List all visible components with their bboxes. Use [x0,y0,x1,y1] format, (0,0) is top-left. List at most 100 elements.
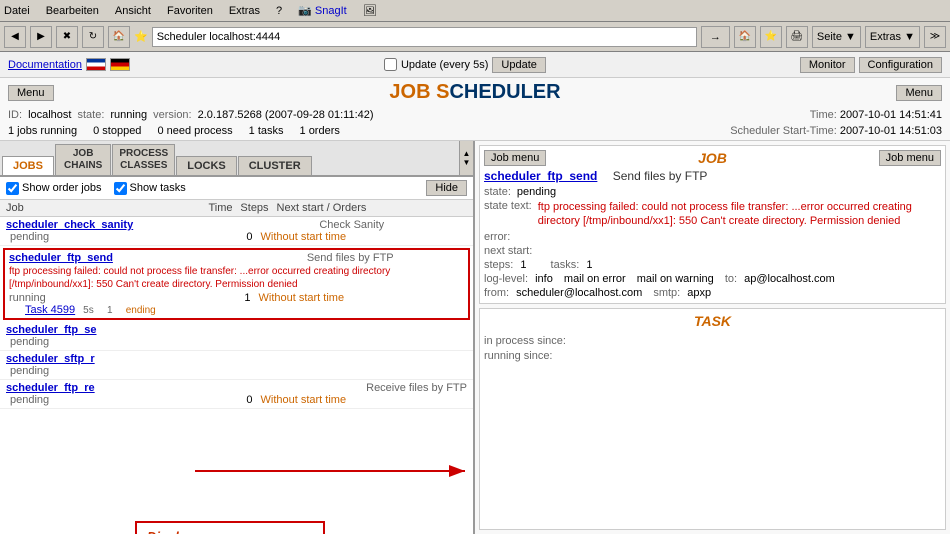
home-btn[interactable]: 🏠 [108,26,130,48]
star-icon-btn[interactable]: ⭐ [760,26,782,48]
menu-ansicht[interactable]: Ansicht [115,5,151,17]
job-5-status: pending [10,394,217,406]
stop-btn[interactable]: ✖ [56,26,78,48]
job-row-2-error: scheduler_ftp_send Send files by FTP ftp… [3,248,470,320]
tab-jobs[interactable]: JOBS [2,156,54,175]
job-1-name[interactable]: scheduler_check_sanity [6,219,237,231]
show-tasks-text: Show tasks [130,182,186,194]
tab-locks[interactable]: LOCKS [176,156,237,175]
job-error-label: error: [484,231,510,243]
job-detail-name[interactable]: scheduler_ftp_send [484,169,597,183]
back-btn[interactable]: ◀ [4,26,26,48]
start-time-label: Scheduler Start-Time: [730,125,837,137]
flag-de[interactable] [110,58,130,71]
col-steps-header: Steps [233,202,277,214]
extras-btn[interactable]: Extras ▼ [865,26,920,48]
menu-favoriten[interactable]: Favoriten [167,5,213,17]
need-process: 0 need process [157,125,232,137]
id-value: localhost [28,109,71,121]
jobs-table-header: Job Time Steps Next start / Orders [0,200,473,217]
col-next-header: Next start / Orders [277,202,468,214]
flag-uk[interactable] [86,58,106,71]
job-2-name[interactable]: scheduler_ftp_send [9,252,237,264]
show-order-jobs-checkbox[interactable] [6,182,19,195]
menu-icon[interactable]: 🖼 [363,4,377,17]
home-icon-btn[interactable]: 🏠 [734,26,756,48]
content-area: JOBS JOBCHAINS PROCESSCLASSES LOCKS CLUS… [0,141,950,534]
job-detail-title: JOB [698,150,727,166]
job-row-3-status: pending [6,336,467,348]
update-checkbox[interactable] [384,58,397,71]
config-btn[interactable]: Configuration [859,57,942,73]
job-steps-value: 1 [520,259,526,271]
menu-bearbeiten[interactable]: Bearbeiten [46,5,99,17]
tabs-row: JOBS JOBCHAINS PROCESSCLASSES LOCKS CLUS… [0,141,473,177]
tab-scroll-up[interactable]: ▲ [463,149,471,158]
job-from-label: from: [484,287,509,299]
job-detail-log-row: log-level: info mail on error mail on wa… [484,273,941,285]
job-from-value: scheduler@localhost.com [516,287,642,299]
job-detail-state-row: state: pending [484,186,941,198]
job-row-1: scheduler_check_sanity Check Sanity pend… [0,217,473,246]
job-tasks-label: tasks: [551,259,580,271]
tab-cluster[interactable]: CLUSTER [238,156,312,175]
version-label: version: [153,109,192,121]
job-steps-group: steps: 1 [484,259,527,271]
job-1-steps: 0 [217,231,253,243]
menu-extras[interactable]: Extras [229,5,260,17]
job-row-4-status: pending [6,365,467,377]
job-menu-right-btn[interactable]: Job menu [879,150,941,166]
job-5-desc: Receive files by FTP [366,382,467,394]
tab-scroll-down[interactable]: ▼ [463,158,471,167]
print-btn[interactable]: 🖨 [786,26,808,48]
expand-btn[interactable]: ≫ [924,26,946,48]
update-btn[interactable]: Update [492,57,545,73]
show-tasks-label[interactable]: Show tasks [114,182,186,195]
refresh-btn[interactable]: ↻ [82,26,104,48]
job-5-name[interactable]: scheduler_ftp_re [6,382,366,394]
job-row-1-top: scheduler_check_sanity Check Sanity [6,219,467,231]
task-4599-link[interactable]: Task 4599 [25,304,75,316]
scheduler-header: Menu JOB SCHEDULER Menu ID: localhost st… [0,78,950,141]
menu-datei[interactable]: Datei [4,5,30,17]
hide-btn[interactable]: Hide [426,180,467,196]
menu-snagit[interactable]: 📷 SnagIt [298,4,347,17]
job-row-5-top: scheduler_ftp_re Receive files by FTP [6,382,467,394]
jobs-running: 1 jobs running [8,125,77,137]
job-detail-name-row: scheduler_ftp_send Send files by FTP [484,169,941,183]
address-input[interactable] [152,27,697,47]
tab-process-classes[interactable]: PROCESSCLASSES [112,144,175,175]
job-menu-left-btn[interactable]: Job menu [484,150,546,166]
job-detail-header: Job menu JOB Job menu [484,150,941,166]
job-smtp-value: apxp [687,287,711,299]
page-btn[interactable]: Seite ▼ [812,26,861,48]
monitor-btn[interactable]: Monitor [800,57,855,73]
task-detail-header: TASK [484,313,941,329]
forward-btn[interactable]: ▶ [30,26,52,48]
right-menu-btn[interactable]: Menu [896,85,942,101]
doc-label[interactable]: Documentation [8,59,82,71]
show-tasks-checkbox[interactable] [114,182,127,195]
go-btn[interactable]: → [701,26,730,48]
job-1-status: pending [10,231,217,243]
menu-help[interactable]: ? [276,5,282,17]
job-row-2-top: scheduler_ftp_send Send files by FTP [9,252,464,264]
task-4599-state: ending [126,305,156,316]
job-3-name[interactable]: scheduler_ftp_se [6,324,467,336]
doc-bar: Documentation Update (every 5s) Update M… [0,52,950,78]
job-row-5-status: pending 0 Without start time [6,394,467,406]
orders: 1 orders [300,125,340,137]
job-nextstart-label: next start: [484,245,532,257]
left-menu-btn[interactable]: Menu [8,85,54,101]
start-time: Scheduler Start-Time: 2007-10-01 14:51:0… [730,125,942,137]
job-5-next: Without start time [253,394,468,406]
job-2-task-row: Task 4599 5s 1 ending [9,304,464,316]
job-detail-error-row: error: [484,231,941,243]
ie-toolbar: ◀ ▶ ✖ ↻ 🏠 ⭐ → 🏠 ⭐ 🖨 Seite ▼ Extras ▼ ≫ [0,22,950,52]
show-order-jobs-label[interactable]: Show order jobs [6,182,102,195]
job-4-name[interactable]: scheduler_sftp_r [6,353,467,365]
task-running-label: running since: [484,350,553,362]
job-1-desc: Check Sanity [237,219,468,231]
tab-job-chains[interactable]: JOBCHAINS [55,144,111,175]
job-tasks-value: 1 [586,259,592,271]
